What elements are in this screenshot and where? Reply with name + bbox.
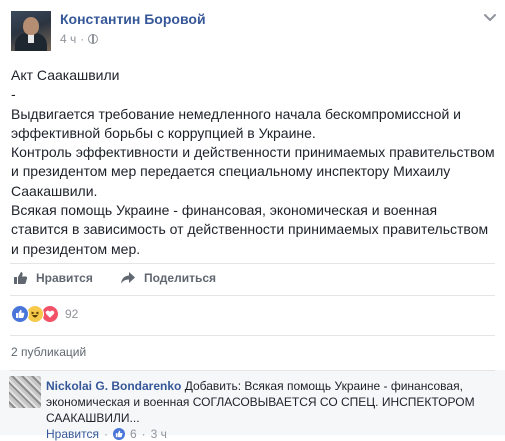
comment-divider: [10, 370, 495, 371]
chevron-down-icon: [484, 14, 496, 21]
meta-separator: ·: [103, 427, 108, 441]
post-paragraph: Всякая помощь Украине - финансовая, экон…: [11, 202, 489, 257]
like-icon: [11, 305, 29, 323]
divider: [10, 335, 495, 336]
post-header: Константин Боровой 4 ч ·: [0, 0, 505, 60]
author-name[interactable]: Константин Боровой: [60, 11, 206, 27]
like-button[interactable]: Нравится: [13, 271, 93, 285]
author-avatar[interactable]: [11, 11, 51, 51]
share-label: Поделиться: [144, 271, 217, 285]
comment-like-link[interactable]: Нравится: [46, 427, 99, 441]
shares-link[interactable]: 2 публикаций: [11, 345, 86, 359]
post-paragraph: -: [11, 86, 16, 103]
share-button[interactable]: Поделиться: [120, 271, 216, 285]
meta-separator: ·: [80, 32, 85, 46]
avatar-face: [23, 17, 39, 35]
post-paragraph: Акт Саакашвили: [11, 67, 120, 83]
post-text: Акт Саакашвили - Выдвигается требование …: [11, 66, 496, 259]
comment-time[interactable]: 3 ч: [151, 427, 167, 441]
action-bar: Нравится Поделиться: [10, 263, 495, 296]
thumbs-up-icon: [14, 272, 28, 284]
post-paragraph: Контроль эффективности и действенности п…: [11, 144, 495, 199]
share-icon: [121, 272, 135, 284]
post-meta: 4 ч ·: [60, 32, 99, 46]
post-menu-button[interactable]: [483, 12, 497, 24]
meta-separator: ·: [141, 427, 146, 441]
comment-meta: Нравится · 6 · 3 ч: [46, 427, 167, 441]
commenter-avatar[interactable]: [9, 376, 41, 408]
reactions-summary[interactable]: 92: [11, 305, 78, 323]
comment-section: Nickolai G. Bondarenko Добавить: Всякая …: [0, 370, 505, 441]
post-paragraph: Выдвигается требование немедленного нача…: [11, 105, 461, 141]
like-icon: [112, 428, 125, 440]
comment-author[interactable]: Nickolai G. Bondarenko: [46, 379, 181, 393]
comment-reaction-count[interactable]: 6: [130, 427, 137, 441]
like-label: Нравится: [36, 271, 93, 285]
post-time[interactable]: 4 ч: [60, 32, 76, 46]
globe-icon[interactable]: [88, 34, 99, 44]
reaction-count: 92: [65, 307, 79, 321]
comment-body: Nickolai G. Bondarenko Добавить: Всякая …: [46, 378, 486, 426]
